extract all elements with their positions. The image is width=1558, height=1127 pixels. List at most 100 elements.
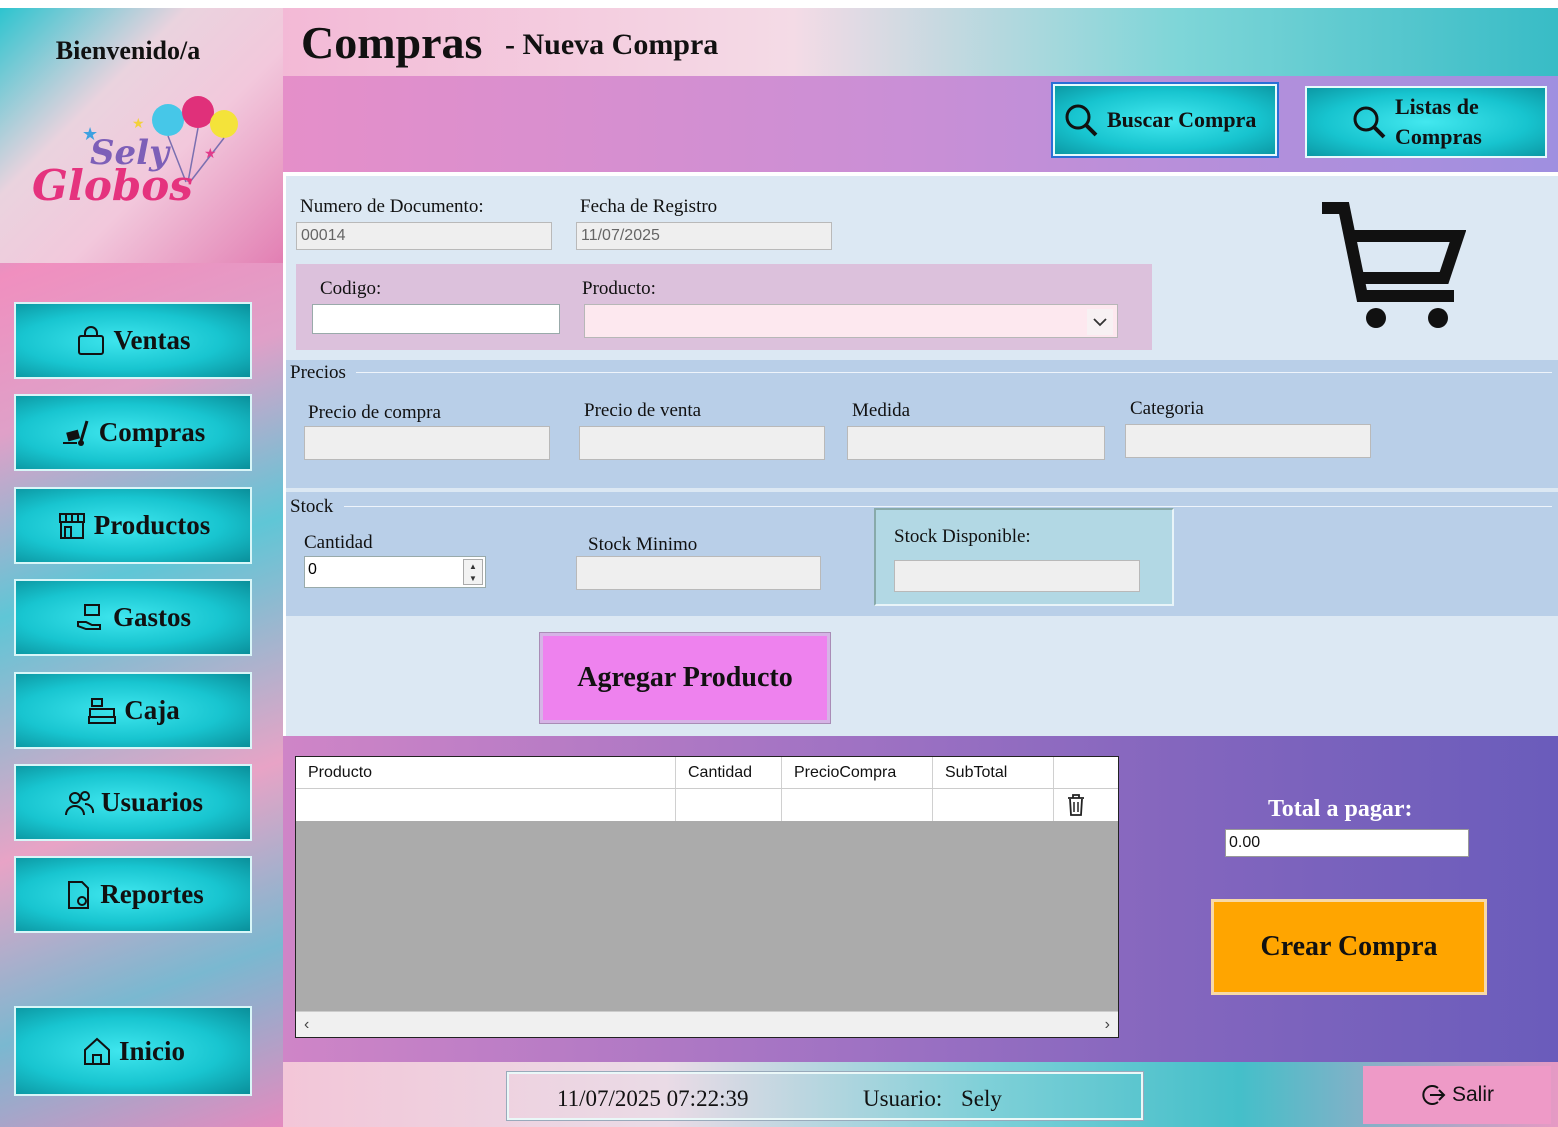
stepper-buttons[interactable]: ▲ ▼ (463, 559, 483, 585)
column-cantidad[interactable]: Cantidad (676, 757, 782, 788)
total-label: Total a pagar: (1268, 796, 1413, 822)
page-header: Compras - Nueva Compra (283, 8, 1558, 76)
stepper-up-icon[interactable]: ▲ (464, 560, 482, 572)
svg-text:★: ★ (132, 117, 145, 132)
home-icon (83, 1037, 110, 1065)
status-user-value: Sely (961, 1086, 1002, 1111)
stepper-down-icon[interactable]: ▼ (464, 572, 482, 584)
nav-usuarios-button[interactable]: Usuarios (14, 764, 252, 841)
table-row[interactable] (296, 789, 1118, 821)
doc-number-field: 00014 (296, 222, 552, 250)
status-info-box: 11/07/2025 07:22:39 Usuario: Sely (506, 1071, 1144, 1121)
cell-cantidad[interactable] (676, 789, 782, 821)
category-label: Categoria (1130, 398, 1204, 419)
cell-subtotal[interactable] (933, 789, 1054, 821)
purchase-form: Numero de Documento: 00014 Fecha de Regi… (286, 176, 1558, 736)
search-purchase-button[interactable]: Buscar Compra (1051, 82, 1279, 158)
purchase-list-label-line2: Compras (1395, 124, 1482, 149)
welcome-text: Bienvenido/a (55, 36, 201, 65)
nav-caja-button[interactable]: Caja (14, 672, 252, 749)
report-icon (68, 880, 90, 909)
date-field: 11/07/2025 (576, 222, 832, 250)
product-select[interactable] (584, 304, 1118, 338)
quantity-label: Cantidad (304, 532, 373, 553)
svg-text:★: ★ (82, 124, 98, 144)
store-icon (58, 512, 85, 539)
purchase-list-label-line1: Listas de (1395, 94, 1479, 119)
purchase-price-label: Precio de compra (308, 402, 441, 423)
page-subtitle: - Nueva Compra (505, 28, 719, 61)
search-icon (1065, 104, 1098, 137)
status-bar: 11/07/2025 07:22:39 Usuario: Sely Salir (283, 1062, 1558, 1127)
exit-button[interactable]: Salir (1363, 1066, 1551, 1124)
column-preciocompra[interactable]: PrecioCompra (782, 757, 933, 788)
code-label: Codigo: (320, 278, 382, 299)
total-field: 0.00 (1225, 829, 1469, 857)
hand-truck-icon (62, 420, 89, 446)
available-stock-field (894, 560, 1140, 592)
nav-caja-label: Caja (124, 695, 180, 725)
nav-inicio-label: Inicio (118, 1035, 185, 1066)
available-stock-panel: Stock Disponible: (874, 508, 1174, 606)
logout-icon (1422, 1085, 1446, 1105)
nav-gastos-button[interactable]: Gastos (14, 579, 252, 656)
nav-inicio-button[interactable]: Inicio (14, 1006, 252, 1096)
cell-preciocompra[interactable] (782, 789, 933, 821)
column-delete (1054, 757, 1118, 788)
status-datetime: 11/07/2025 07:22:39 (557, 1086, 749, 1111)
product-label: Producto: (582, 278, 656, 299)
measure-label: Medida (852, 400, 911, 421)
sidebar-header: Bienvenido/a Sely Globos ★ ★ ★ (0, 8, 283, 263)
search-purchase-label: Buscar Compra (1107, 107, 1257, 132)
toolbar: Buscar Compra Listas de Compras (283, 76, 1558, 172)
column-subtotal[interactable]: SubTotal (933, 757, 1054, 788)
nav-compras-label: Compras (98, 417, 206, 447)
table-header: Producto Cantidad PrecioCompra SubTotal (296, 757, 1118, 789)
products-table[interactable]: Producto Cantidad PrecioCompra SubTotal … (295, 756, 1119, 1038)
page-title: Compras (301, 17, 483, 68)
create-purchase-button[interactable]: Crear Compra (1211, 899, 1487, 995)
chevron-down-icon[interactable] (1087, 309, 1113, 335)
quantity-value: 0 (308, 561, 317, 578)
purchase-list-button[interactable]: Listas de Compras (1305, 86, 1547, 158)
prices-group-title: Precios (290, 362, 346, 383)
purchase-price-field (304, 426, 550, 460)
horizontal-scrollbar[interactable]: ‹ › (296, 1011, 1118, 1037)
column-producto[interactable]: Producto (296, 757, 676, 788)
nav-productos-label: Productos (93, 510, 211, 540)
doc-number-label: Numero de Documento: (300, 196, 484, 217)
code-input[interactable] (312, 304, 560, 334)
exit-label: Salir (1451, 1083, 1494, 1106)
min-stock-field (576, 556, 821, 590)
nav-gastos-label: Gastos (112, 602, 191, 632)
nav-reportes-button[interactable]: Reportes (14, 856, 252, 933)
sely-globos-logo: Sely Globos ★ ★ ★ (32, 96, 238, 210)
search-icon (1353, 106, 1386, 139)
add-product-button[interactable]: Agregar Producto (539, 632, 831, 724)
nav-reportes-label: Reportes (100, 879, 204, 909)
cash-register-icon (88, 697, 117, 724)
shopping-cart-icon (1322, 202, 1466, 328)
nav-usuarios-label: Usuarios (100, 787, 203, 817)
status-user-label: Usuario: (863, 1086, 943, 1111)
nav-ventas-button[interactable]: Ventas (14, 302, 252, 379)
date-label: Fecha de Registro (580, 196, 718, 217)
scroll-left-icon[interactable]: ‹ (304, 1016, 309, 1034)
svg-text:★: ★ (204, 147, 217, 162)
trash-icon (1068, 794, 1084, 816)
delete-row-button[interactable] (1054, 789, 1118, 821)
sale-price-label: Precio de venta (584, 400, 702, 421)
nav-productos-button[interactable]: Productos (14, 487, 252, 564)
users-icon (64, 790, 94, 815)
scroll-right-icon[interactable]: › (1105, 1016, 1110, 1034)
stock-group-title: Stock (290, 496, 334, 517)
cell-producto[interactable] (296, 789, 676, 821)
nav-compras-button[interactable]: Compras (14, 394, 252, 471)
prices-group: Precios Precio de compra Precio de venta… (286, 360, 1558, 488)
category-field (1125, 424, 1371, 458)
measure-field (847, 426, 1105, 460)
shopping-bag-icon (78, 325, 105, 355)
money-hand-icon (76, 603, 101, 630)
quantity-stepper[interactable]: 0 ▲ ▼ (304, 556, 486, 588)
sale-price-field (579, 426, 825, 460)
